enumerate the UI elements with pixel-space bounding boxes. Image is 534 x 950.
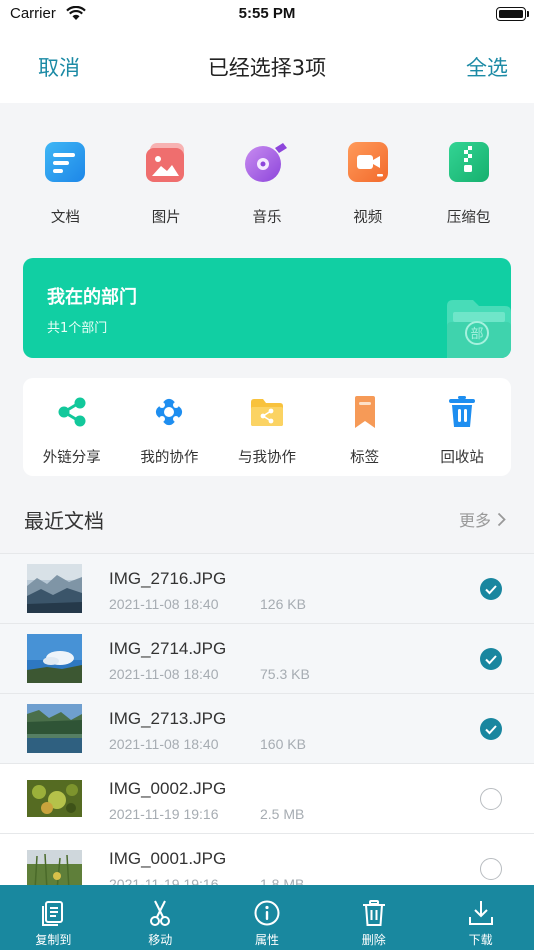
copy-to-button[interactable]: 复制到 xyxy=(0,885,107,950)
my-department-card[interactable]: 我在的部门 共1个部门 部 xyxy=(23,258,511,358)
image-icon xyxy=(146,143,185,182)
category-archives[interactable]: 压缩包 xyxy=(418,140,519,230)
more-label: 更多 xyxy=(458,511,491,530)
file-thumbnail xyxy=(27,564,82,613)
category-images[interactable]: 图片 xyxy=(116,140,217,230)
file-list: IMG_2716.JPG 2021-11-08 18:40 126 KB IMG… xyxy=(0,553,534,903)
folder-seal-text: 部 xyxy=(470,327,483,342)
file-date: 2021-11-08 18:40 xyxy=(109,666,219,682)
file-name: IMG_2716.JPG xyxy=(109,569,227,588)
recent-docs-title: 最近文档 xyxy=(24,509,104,533)
file-size: 160 KB xyxy=(260,736,306,752)
file-row[interactable]: IMG_2714.JPG 2021-11-08 18:40 75.3 KB xyxy=(0,623,534,693)
category-label: 视频 xyxy=(353,210,383,226)
checkbox-unchecked-icon[interactable] xyxy=(480,858,502,880)
checkbox-checked-icon[interactable] xyxy=(480,648,502,670)
file-name: IMG_2713.JPG xyxy=(109,709,227,728)
download-icon xyxy=(468,901,493,925)
category-row: 文档 图片 音乐 视频 压缩包 xyxy=(15,140,519,230)
copy-to-label: 复制到 xyxy=(35,933,72,947)
download-button[interactable]: 下载 xyxy=(427,885,534,950)
download-label: 下载 xyxy=(468,933,493,947)
copy-icon xyxy=(42,901,64,926)
video-icon xyxy=(347,142,388,182)
clock: 5:55 PM xyxy=(238,5,296,22)
department-folder-icon: 部 xyxy=(447,300,511,358)
file-row[interactable]: IMG_2713.JPG 2021-11-08 18:40 160 KB xyxy=(0,693,534,763)
tool-label: 标签 xyxy=(350,450,380,466)
nav-bar: 取消 已经选择3项 全选 xyxy=(0,28,534,103)
trash-icon xyxy=(449,396,476,427)
bookmark-icon xyxy=(354,396,375,428)
checkbox-checked-icon[interactable] xyxy=(480,578,502,600)
file-date: 2021-11-08 18:40 xyxy=(109,736,219,752)
more-button[interactable]: 更多 xyxy=(459,507,506,531)
share-icon xyxy=(58,397,86,427)
file-row[interactable]: IMG_2716.JPG 2021-11-08 18:40 126 KB xyxy=(0,553,534,623)
zip-icon xyxy=(448,142,489,182)
category-label: 图片 xyxy=(151,210,181,226)
tools-card: 外链分享 我的协作 与我协作 标签 回收站 xyxy=(23,378,511,476)
category-videos[interactable]: 视频 xyxy=(317,140,418,230)
category-music[interactable]: 音乐 xyxy=(217,140,318,230)
file-size: 126 KB xyxy=(260,596,306,612)
info-icon xyxy=(254,900,280,926)
tool-tags[interactable]: 标签 xyxy=(316,378,414,476)
move-button[interactable]: 移动 xyxy=(107,885,214,950)
file-name: IMG_0001.JPG xyxy=(109,849,227,868)
move-label: 移动 xyxy=(148,933,173,947)
select-all-button[interactable]: 全选 xyxy=(466,52,508,82)
delete-label: 删除 xyxy=(361,933,386,947)
scissors-icon xyxy=(150,900,171,926)
file-name: IMG_2714.JPG xyxy=(109,639,227,658)
properties-label: 属性 xyxy=(254,933,279,947)
properties-button[interactable]: 属性 xyxy=(214,885,321,950)
tool-recycle-bin[interactable]: 回收站 xyxy=(413,378,511,476)
delete-button[interactable]: 删除 xyxy=(320,885,427,950)
file-size: 75.3 KB xyxy=(260,666,310,682)
file-name: IMG_0002.JPG xyxy=(109,779,227,798)
file-thumbnail xyxy=(27,850,82,890)
status-bar: Carrier 5:55 PM xyxy=(0,0,534,28)
music-icon xyxy=(244,143,287,182)
tool-external-share[interactable]: 外链分享 xyxy=(23,378,121,476)
bottom-action-bar: 复制到 移动 属性 删除 下载 xyxy=(0,885,534,950)
delete-icon xyxy=(362,900,385,926)
collab-icon xyxy=(156,398,183,426)
category-label: 音乐 xyxy=(252,210,282,226)
file-thumbnail xyxy=(27,634,82,683)
file-date: 2021-11-08 18:40 xyxy=(109,596,219,612)
page-title: 已经选择3项 xyxy=(207,56,327,80)
category-label: 文档 xyxy=(50,210,80,226)
checkbox-unchecked-icon[interactable] xyxy=(480,788,502,810)
department-title: 我在的部门 xyxy=(47,287,137,308)
tool-my-collab[interactable]: 我的协作 xyxy=(121,378,219,476)
file-date: 2021-11-19 19:16 xyxy=(109,806,219,822)
tool-label: 回收站 xyxy=(440,450,484,466)
tool-label: 我的协作 xyxy=(140,450,199,466)
checkbox-checked-icon[interactable] xyxy=(480,718,502,740)
department-count: 共1个部门 xyxy=(47,321,108,336)
tool-shared-with-me[interactable]: 与我协作 xyxy=(218,378,316,476)
shared-folder-icon xyxy=(250,399,283,426)
tool-label: 与我协作 xyxy=(237,450,296,466)
file-row[interactable]: IMG_0002.JPG 2021-11-19 19:16 2.5 MB xyxy=(0,763,534,833)
tool-label: 外链分享 xyxy=(42,450,101,466)
category-label: 压缩包 xyxy=(446,210,491,226)
document-icon xyxy=(45,142,86,182)
category-documents[interactable]: 文档 xyxy=(15,140,116,230)
file-size: 2.5 MB xyxy=(260,806,305,822)
file-thumbnail xyxy=(27,704,82,753)
file-thumbnail xyxy=(27,780,82,817)
chevron-right-icon xyxy=(497,512,506,526)
battery-icon xyxy=(496,7,529,21)
